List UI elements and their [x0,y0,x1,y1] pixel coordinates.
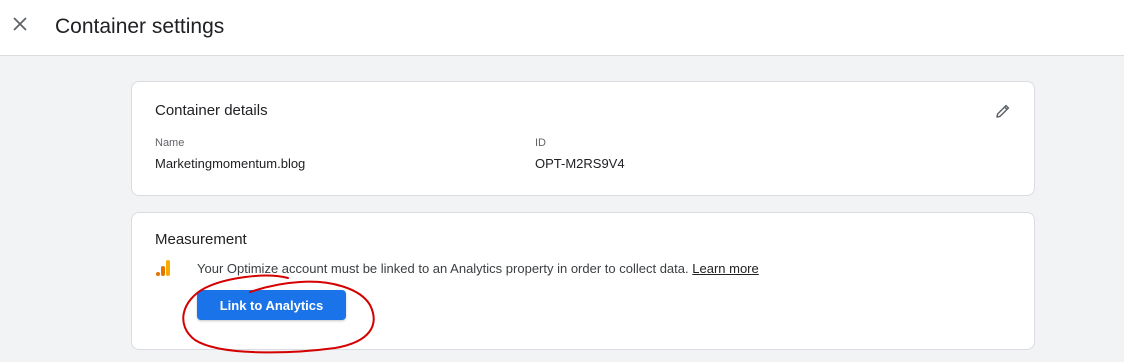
page-title: Container settings [55,15,225,38]
analytics-icon [155,259,173,277]
name-value: Marketingmomentum.blog [155,156,306,171]
pencil-icon[interactable] [992,100,1014,122]
measurement-card: Measurement Your Optimize account must b… [131,212,1035,350]
measurement-message-text: Your Optimize account must be linked to … [197,261,689,276]
id-label: ID [535,137,546,149]
container-details-card: Container details Name Marketingmomentum… [131,81,1035,196]
top-bar: Container settings [0,0,1124,56]
learn-more-link[interactable]: Learn more [692,261,758,276]
name-label: Name [155,137,185,149]
measurement-message: Your Optimize account must be linked to … [197,260,759,278]
link-to-analytics-button[interactable]: Link to Analytics [197,290,346,320]
measurement-title: Measurement [155,231,247,248]
container-details-title: Container details [155,102,268,119]
close-icon[interactable] [8,12,32,36]
id-value: OPT-M2RS9V4 [535,156,625,171]
